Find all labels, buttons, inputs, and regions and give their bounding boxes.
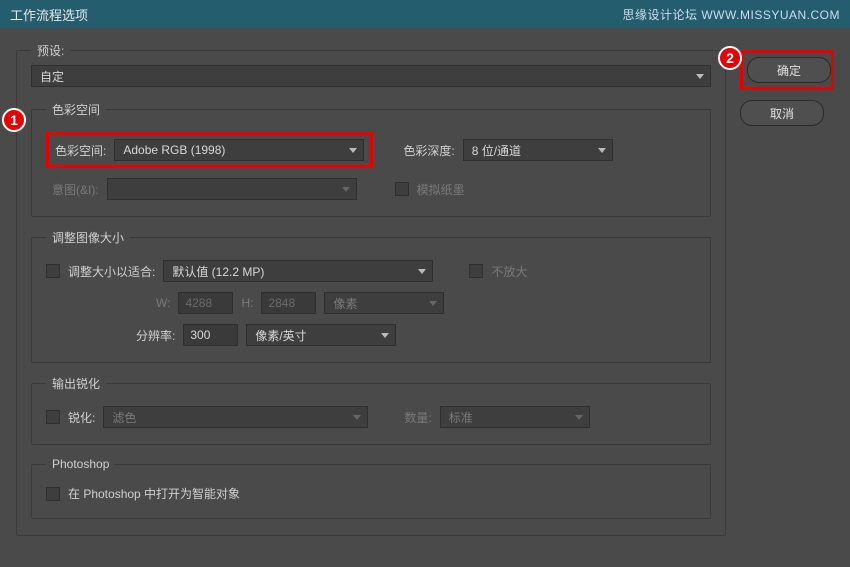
chevron-down-icon (342, 187, 350, 192)
color-space-value: Adobe RGB (1998) (123, 143, 225, 157)
resize-group: 调整图像大小 调整大小以适合: 默认值 (12.2 MP) 不放大 W: (31, 229, 711, 363)
color-space-legend: 色彩空间 (46, 101, 106, 118)
chevron-down-icon (381, 333, 389, 338)
preset-value: 自定 (40, 68, 64, 85)
color-depth-label: 色彩深度: (403, 142, 454, 159)
smart-object-label: 在 Photoshop 中打开为智能对象 (68, 485, 240, 502)
annotation-badge-1: 1 (2, 108, 26, 132)
height-label: H: (241, 296, 253, 310)
chevron-down-icon (575, 415, 583, 420)
ok-annotation: 确定 (740, 50, 834, 90)
resolution-input[interactable]: 300 (183, 324, 238, 346)
smart-object-checkbox[interactable] (46, 487, 60, 501)
height-input[interactable]: 2848 (261, 292, 316, 314)
cancel-button[interactable]: 取消 (740, 100, 824, 126)
titlebar: 工作流程选项 思缘设计论坛 WWW.MISSYUAN.COM (0, 0, 850, 28)
ok-button[interactable]: 确定 (747, 57, 831, 83)
dialog-title: 工作流程选项 (10, 5, 88, 24)
amount-value: 标准 (449, 409, 473, 426)
color-space-label: 色彩空间: (55, 142, 106, 159)
sharpen-checkbox[interactable] (46, 410, 60, 424)
chevron-down-icon (353, 415, 361, 420)
intent-label: 意图(&I): (52, 181, 99, 198)
no-enlarge-label: 不放大 (491, 263, 527, 280)
watermark: 思缘设计论坛 WWW.MISSYUAN.COM (623, 6, 841, 23)
resize-fit-label: 调整大小以适合: (68, 263, 155, 280)
color-depth-value: 8 位/通道 (472, 142, 521, 159)
color-depth-select[interactable]: 8 位/通道 (463, 139, 613, 161)
resolution-units-select[interactable]: 像素/英寸 (246, 324, 396, 346)
chevron-down-icon (349, 148, 357, 153)
photoshop-legend: Photoshop (46, 457, 115, 471)
no-enlarge-checkbox[interactable] (469, 264, 483, 278)
color-space-select[interactable]: Adobe RGB (1998) (114, 139, 364, 161)
annotation-badge-2: 2 (718, 46, 742, 70)
amount-label: 数量: (404, 409, 431, 426)
resize-fit-checkbox[interactable] (46, 264, 60, 278)
chevron-down-icon (418, 269, 426, 274)
amount-select[interactable]: 标准 (440, 406, 590, 428)
preset-select[interactable]: 自定 (31, 65, 711, 87)
sharpen-group: 输出锐化 锐化: 滤色 数量: 标准 (31, 375, 711, 445)
chevron-down-icon (598, 148, 606, 153)
sharpen-legend: 输出锐化 (46, 375, 106, 392)
photoshop-group: Photoshop 在 Photoshop 中打开为智能对象 (31, 457, 711, 519)
color-space-group: 色彩空间 色彩空间: Adobe RGB (1998) 色彩深度: (31, 101, 711, 217)
simulate-paper-label: 模拟纸墨 (417, 181, 465, 198)
sharpen-value: 滤色 (112, 409, 136, 426)
preset-group: 预设: 自定 色彩空间 色彩空间: Adobe RGB (1998) (16, 42, 726, 536)
size-units-value: 像素 (333, 295, 357, 312)
resolution-units-value: 像素/英寸 (255, 327, 306, 344)
sharpen-label: 锐化: (68, 409, 95, 426)
chevron-down-icon (696, 74, 704, 79)
color-space-annotation: 色彩空间: Adobe RGB (1998) (46, 132, 373, 168)
width-label: W: (156, 296, 170, 310)
resize-fit-select[interactable]: 默认值 (12.2 MP) (163, 260, 433, 282)
intent-select[interactable] (107, 178, 357, 200)
resolution-label: 分辨率: (136, 327, 175, 344)
simulate-paper-checkbox[interactable] (395, 182, 409, 196)
size-units-select[interactable]: 像素 (324, 292, 444, 314)
chevron-down-icon (429, 301, 437, 306)
width-input[interactable]: 4288 (178, 292, 233, 314)
sharpen-select[interactable]: 滤色 (103, 406, 368, 428)
resize-legend: 调整图像大小 (46, 229, 130, 246)
resize-fit-value: 默认值 (12.2 MP) (172, 263, 264, 280)
preset-label: 预设: (37, 42, 64, 59)
